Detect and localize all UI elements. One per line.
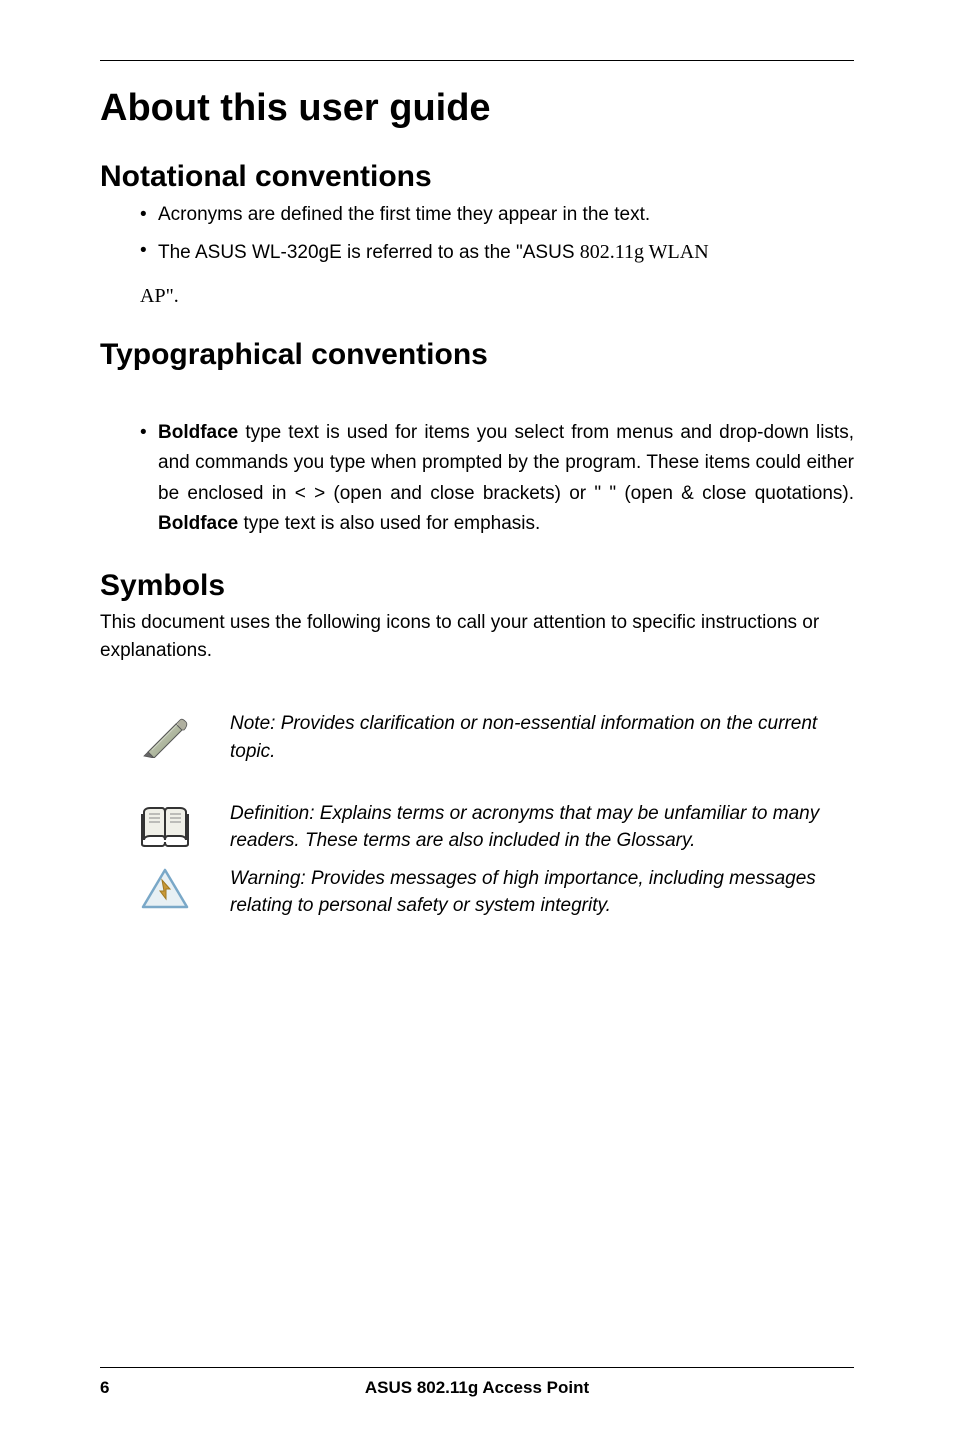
- note-icon: [100, 710, 230, 758]
- warning-text: Warning: Provides messages of high impor…: [230, 865, 854, 920]
- bold-span: Boldface: [158, 422, 238, 443]
- text-span: type text is used for items you select f…: [158, 422, 854, 504]
- notational-list: • Acronyms are defined the first time th…: [140, 200, 854, 308]
- bullet-icon: •: [140, 236, 158, 266]
- bold-span: Boldface: [158, 513, 238, 534]
- bullet-icon: •: [140, 418, 158, 448]
- list-item-text: Acronyms are defined the first time they…: [158, 200, 854, 230]
- text-span: The ASUS WL-320gE is referred to as the …: [158, 242, 580, 263]
- notational-heading: Notational conventions: [100, 160, 854, 194]
- symbol-row-definition: Definition: Explains terms or acronyms t…: [100, 800, 854, 855]
- symbols-heading: Symbols: [100, 569, 854, 603]
- footer-title: ASUS 802.11g Access Point: [100, 1378, 854, 1398]
- warning-icon: [100, 865, 230, 911]
- serif-span: 802.11g WLAN: [580, 241, 709, 263]
- serif-span: AP".: [140, 285, 179, 307]
- top-rule: [100, 60, 854, 61]
- bottom-rule: [100, 1367, 854, 1368]
- typographical-list: • Boldface type text is used for items y…: [140, 418, 854, 540]
- symbol-row-warning: Warning: Provides messages of high impor…: [100, 865, 854, 920]
- list-item: • Acronyms are defined the first time th…: [140, 200, 854, 230]
- note-text: Note: Provides clarification or non-esse…: [230, 710, 854, 765]
- text-span: type text is also used for emphasis.: [238, 513, 540, 534]
- list-item: • Boldface type text is used for items y…: [140, 418, 854, 540]
- book-icon: [100, 800, 230, 850]
- page-title: About this user guide: [100, 87, 854, 130]
- definition-text: Definition: Explains terms or acronyms t…: [230, 800, 854, 855]
- bullet-icon: •: [140, 200, 158, 230]
- list-item-text: The ASUS WL-320gE is referred to as the …: [158, 236, 854, 268]
- symbol-row-note: Note: Provides clarification or non-esse…: [100, 710, 854, 765]
- page-footer: 6 ASUS 802.11g Access Point: [100, 1367, 854, 1398]
- typographical-heading: Typographical conventions: [100, 338, 854, 372]
- list-item: • The ASUS WL-320gE is referred to as th…: [140, 236, 854, 268]
- symbols-description: This document uses the following icons t…: [100, 609, 854, 664]
- list-item-text: Boldface type text is used for items you…: [158, 418, 854, 540]
